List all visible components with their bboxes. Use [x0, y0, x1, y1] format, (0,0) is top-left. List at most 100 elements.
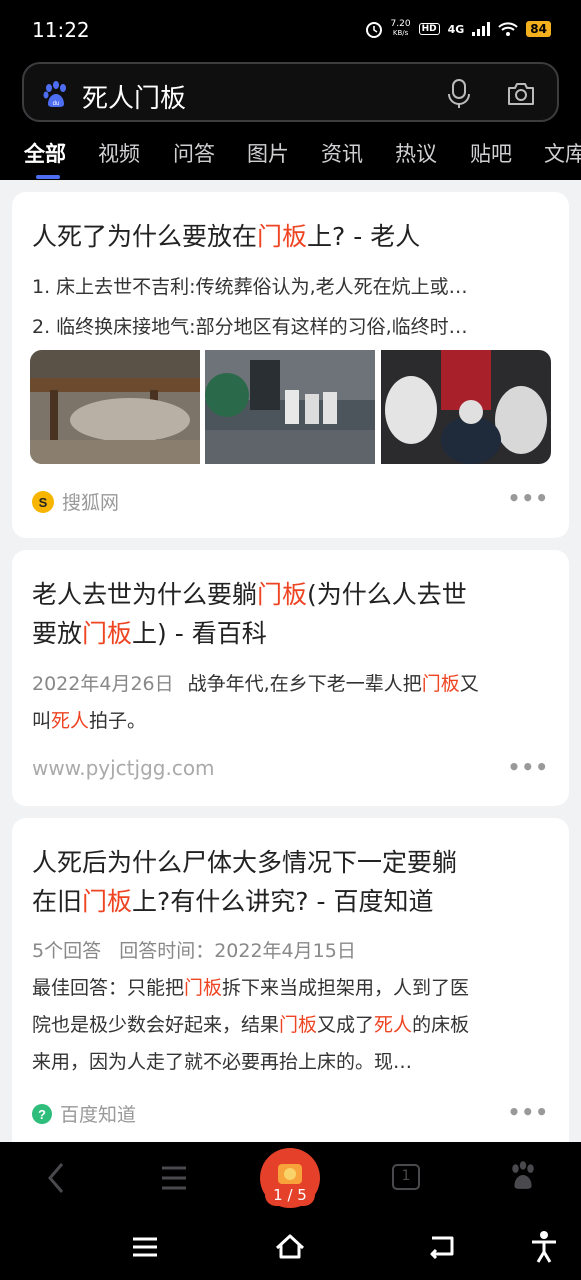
best-answer: 最佳回答：只能把门板拆下来当成担架用，人到了医 院也是极少数会好起来，结果门板又… [32, 970, 557, 1081]
home-icon[interactable] [274, 1232, 306, 1260]
tab-indicator [36, 175, 60, 179]
snippet-text: 拆下来当成担架用，人到了医 [222, 977, 470, 999]
snippet-text: 最佳回答：只能把 [32, 977, 185, 999]
snippet-text: 又成了 [317, 1014, 375, 1036]
result-card[interactable]: 人死了为什么要放在门板上? - 老人 1. 床上去世不吉利:传统葬俗认为,老人死… [12, 192, 569, 538]
browser-toolbar: 1 / 5 1 [0, 1142, 581, 1216]
result-title[interactable]: 人死后为什么尸体大多情况下一定要躺 在旧门板上?有什么讲究? - 百度知道 [32, 843, 557, 921]
title-highlight: 门板 [82, 619, 133, 648]
status-time: 11:22 [32, 18, 90, 42]
snippet-line: 1. 床上去世不吉利:传统葬俗认为,老人死在炕上或… [32, 276, 468, 298]
result-image[interactable] [30, 350, 200, 464]
title-text: 人死后为什么尸体大多情况下一定要躺 [32, 848, 458, 877]
result-url[interactable]: www.pyjctjgg.com [32, 756, 215, 780]
funeral-ceremony-photo [205, 350, 376, 464]
title-text: 上?有什么讲究? - 百度知道 [132, 887, 434, 916]
snippet-text: 战争年代,在乡下老一辈人把 [187, 673, 422, 695]
tab-discussion[interactable]: 热议 [395, 138, 437, 168]
gift-icon [278, 1164, 302, 1184]
result-tabs: 全部 视频 问答 图片 资讯 热议 贴吧 文库 [0, 138, 581, 180]
source-name: 搜狐网 [62, 492, 120, 514]
snippet-highlight: 死人 [51, 710, 90, 732]
snippet-text: 院也是极少数会好起来，结果 [32, 1014, 280, 1036]
svg-text:S: S [39, 495, 48, 510]
more-options-icon[interactable]: ••• [508, 755, 549, 779]
search-header: du 死人门板 全部 视频 问答 图片 资讯 热议 贴吧 文库 [0, 60, 581, 180]
result-card[interactable]: 老人去世为什么要躺门板(为什么人去世 要放门板上) - 看百科 2022年4月2… [12, 550, 569, 806]
more-options-icon[interactable]: ••• [508, 486, 549, 510]
snippet-text: 的床板 [412, 1014, 470, 1036]
accessibility-icon[interactable] [530, 1230, 558, 1264]
net-speed: 7.20 KB/s [391, 20, 411, 38]
svg-text:?: ? [38, 1107, 46, 1122]
sohu-logo-icon: S [32, 490, 54, 513]
title-text: 人死了为什么要放在 [32, 222, 258, 251]
battery-indicator: 84 [526, 21, 551, 37]
title-highlight: 门板 [82, 887, 133, 916]
camera-icon[interactable] [505, 78, 537, 110]
hd-badge: HD [418, 23, 440, 35]
snippet-text: 又 [459, 673, 479, 695]
result-source[interactable]: S 搜狐网 [32, 488, 119, 515]
center-action-button[interactable]: 1 / 5 [260, 1148, 320, 1208]
result-title[interactable]: 老人去世为什么要躺门板(为什么人去世 要放门板上) - 看百科 [32, 575, 552, 653]
title-text: 在旧 [32, 887, 83, 916]
tab-images[interactable]: 图片 [247, 138, 289, 168]
tab-video[interactable]: 视频 [98, 138, 140, 168]
snippet-highlight: 死人 [374, 1014, 413, 1036]
page-counter: 1 / 5 [265, 1184, 315, 1206]
search-query: 死人门板 [82, 84, 187, 114]
result-card[interactable]: 人死后为什么尸体大多情况下一定要躺 在旧门板上?有什么讲究? - 百度知道 5个… [12, 818, 569, 1154]
result-images [30, 350, 551, 464]
status-icons: 7.20 KB/s HD 4G 84 [365, 20, 551, 38]
baidu-home-icon[interactable] [508, 1160, 538, 1190]
more-options-icon[interactable]: ••• [508, 1100, 549, 1124]
title-highlight: 门板 [257, 222, 308, 251]
result-image[interactable] [205, 350, 376, 464]
tab-news[interactable]: 资讯 [321, 138, 363, 168]
title-highlight: 门板 [257, 580, 308, 609]
tabs-count-button[interactable]: 1 [392, 1164, 420, 1190]
net-speed-value: 7.20 [390, 19, 411, 29]
result-snippet: 2022年4月26日 战争年代,在乡下老一辈人把门板又 叫死人拍子。 [32, 666, 557, 740]
title-text: 上) - 看百科 [132, 619, 267, 648]
snippet-text: 拍子。 [89, 710, 147, 732]
tab-qa[interactable]: 问答 [173, 138, 215, 168]
tab-wenku[interactable]: 文库 [544, 138, 581, 168]
tab-tieba[interactable]: 贴吧 [470, 138, 512, 168]
title-text: 要放 [32, 619, 83, 648]
net-speed-unit: KB/s [392, 29, 409, 37]
back-icon[interactable] [428, 1234, 458, 1260]
network-type: 4G [447, 22, 465, 36]
title-text: 老人去世为什么要躺 [32, 580, 258, 609]
source-name: 百度知道 [60, 1104, 137, 1126]
alarm-icon [365, 22, 382, 38]
result-title[interactable]: 人死了为什么要放在门板上? - 老人 [32, 217, 420, 256]
svg-text:du: du [53, 101, 60, 107]
microphone-icon[interactable] [445, 78, 473, 110]
snippet-line: 2. 临终换床接地气:部分地区有这样的习俗,临终时… [32, 316, 468, 338]
back-arrow-icon[interactable] [44, 1162, 68, 1194]
title-text: (为什么人去世 [307, 580, 467, 609]
wifi-icon [498, 21, 518, 36]
recent-apps-icon[interactable] [132, 1236, 158, 1258]
answer-meta: 5个回答 回答时间：2022年4月15日 [32, 940, 356, 962]
signal-icon [472, 22, 491, 36]
title-text: 上? - 老人 [307, 222, 421, 251]
result-image[interactable] [380, 350, 551, 464]
search-input[interactable]: du 死人门板 [22, 62, 559, 122]
snippet-text: 叫 [32, 710, 52, 732]
tab-all[interactable]: 全部 [24, 138, 66, 168]
funeral-board-photo [30, 350, 200, 464]
system-nav-bar [0, 1216, 581, 1280]
source-url: www.pyjctjgg.com [32, 756, 215, 780]
snippet-highlight: 门板 [279, 1014, 318, 1036]
menu-icon[interactable] [160, 1164, 188, 1192]
snippet-text: 来用，因为人走了就不必要再抬上床的。现… [32, 1051, 413, 1073]
baidu-paw-icon: du [43, 81, 66, 107]
result-source[interactable]: ? 百度知道 [32, 1100, 136, 1127]
result-date: 2022年4月26日 [32, 673, 174, 695]
snippet-highlight: 门板 [184, 977, 223, 999]
snippet-highlight: 门板 [421, 673, 460, 695]
mourners-photo [380, 350, 551, 464]
